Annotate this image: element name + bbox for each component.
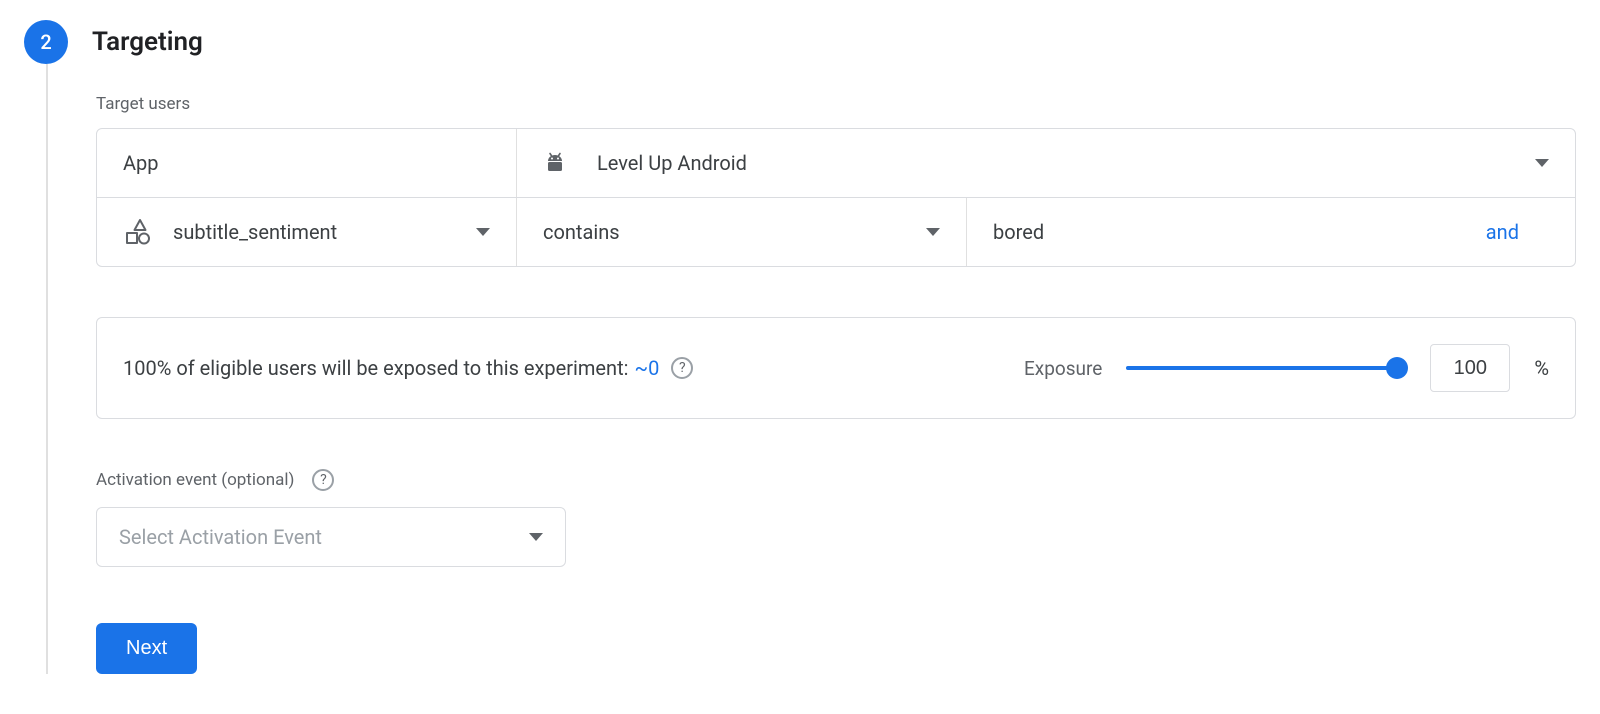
help-icon[interactable]: ?: [312, 469, 334, 491]
exposure-card: 100% of eligible users will be exposed t…: [96, 317, 1576, 419]
activation-event-placeholder: Select Activation Event: [119, 525, 322, 549]
exposure-sentence-text: 100% of eligible users will be exposed t…: [123, 356, 628, 380]
target-users-card: App Level Up Android: [96, 128, 1576, 267]
target-users-label: Target users: [96, 94, 1576, 114]
app-row-label: App: [97, 129, 517, 197]
chevron-down-icon: [1535, 159, 1549, 167]
next-button[interactable]: Next: [96, 623, 197, 674]
condition-operator: contains: [543, 220, 926, 244]
step-badge: 2: [24, 20, 68, 64]
exposure-unit: %: [1534, 356, 1549, 380]
app-selector[interactable]: Level Up Android: [517, 129, 1575, 197]
activation-event-select[interactable]: Select Activation Event: [96, 507, 566, 567]
android-icon: [543, 151, 567, 175]
chevron-down-icon: [476, 228, 490, 236]
condition-property-selector[interactable]: subtitle_sentiment: [97, 198, 517, 266]
condition-property: subtitle_sentiment: [173, 220, 454, 244]
slider-thumb[interactable]: [1386, 357, 1408, 379]
exposure-slider[interactable]: [1126, 357, 1406, 379]
app-name: Level Up Android: [597, 151, 1505, 175]
help-icon[interactable]: ?: [671, 357, 693, 379]
exposure-estimate: ~0: [634, 356, 659, 380]
shapes-icon: [123, 218, 151, 246]
chevron-down-icon: [529, 533, 543, 541]
step-title: Targeting: [92, 27, 203, 57]
exposure-input[interactable]: [1430, 344, 1510, 392]
condition-operator-selector[interactable]: contains: [517, 198, 967, 266]
chevron-down-icon: [926, 228, 940, 236]
activation-event-label: Activation event (optional): [96, 470, 294, 490]
condition-value[interactable]: bored: [993, 220, 1466, 244]
add-and-condition-button[interactable]: and: [1486, 220, 1519, 244]
exposure-sentence: 100% of eligible users will be exposed t…: [123, 356, 1000, 380]
exposure-label: Exposure: [1024, 357, 1102, 380]
